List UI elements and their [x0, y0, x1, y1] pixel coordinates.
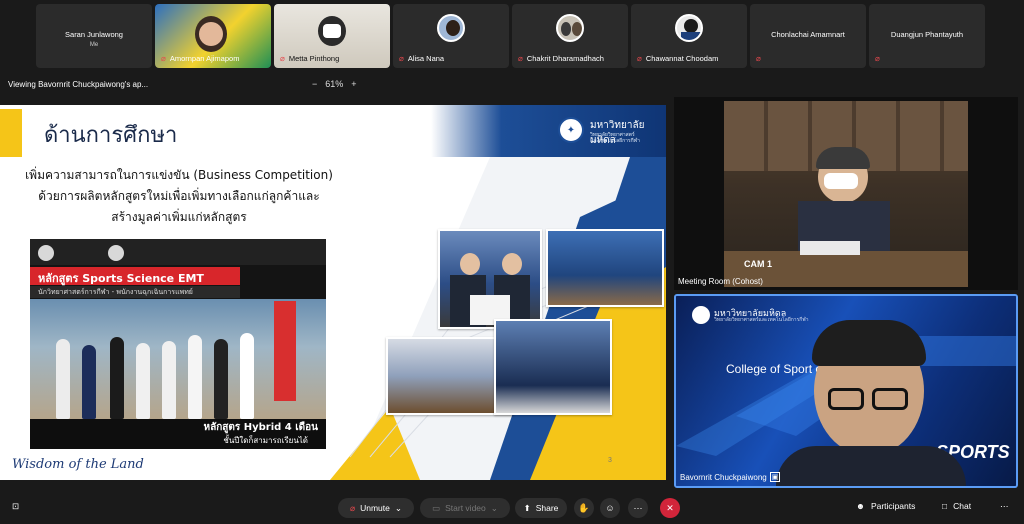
video-off-icon: ▭: [432, 502, 441, 513]
participants-icon: ☻: [856, 501, 865, 511]
slide-footer-script: Wisdom of the Land: [12, 457, 144, 472]
raise-hand-icon[interactable]: ✋: [574, 498, 594, 518]
active-speaker-video[interactable]: มหาวิทยาลัยมหิดล วิทยาลัยวิทยาศาสตร์และเ…: [674, 294, 1018, 488]
participant-name: Chonlachai Amamnart: [771, 30, 845, 39]
poster-hybrid-label: หลักสูตร Hybrid 4 เดือน: [203, 422, 318, 433]
face-mask: [323, 24, 341, 38]
slide-accent-bar: [0, 109, 22, 157]
chevron-down-icon: ⌄: [490, 502, 498, 513]
viewing-label: Viewing Bavornrit Chuckpaiwong's ap...: [8, 79, 149, 89]
participants-label: Participants: [870, 501, 916, 511]
poster-hybrid-sub: ชั้นปีใดก็สามารถเรียนได้: [223, 436, 308, 445]
participant-name: Amornpan Ajimapom: [169, 54, 240, 63]
share-button[interactable]: ⬆ Share: [515, 498, 567, 518]
zoom-out-button[interactable]: −: [312, 79, 317, 89]
viewing-bar: Viewing Bavornrit Chuckpaiwong's ap... −…: [0, 72, 1024, 96]
mic-muted-icon: ⌀: [399, 54, 404, 63]
mic-muted-icon: ⌀: [637, 54, 642, 63]
share-label: Share: [535, 503, 559, 513]
participant-tile[interactable]: Chonlachai Amamnart ⌀: [750, 4, 866, 68]
group-photo: [546, 229, 664, 307]
more-options-icon[interactable]: ⋯: [628, 498, 648, 518]
avatar: [556, 14, 584, 42]
university-seal-icon: [692, 306, 710, 324]
mic-muted-icon: ⌀: [756, 54, 761, 63]
slide-body: เพิ่มความสามารถในการแข่งขัน (Business Co…: [24, 165, 334, 228]
participant-tile[interactable]: ⌀ Chawannat Choodam: [631, 4, 747, 68]
participant-tile[interactable]: Saran Junlawong Me: [36, 4, 152, 68]
room-scene: CAM 1: [724, 101, 968, 287]
poster-title: หลักสูตร Sports Science EMT: [38, 272, 204, 285]
poster-logo-icon: [108, 245, 124, 261]
mic-muted-icon: ⌀: [349, 502, 356, 513]
share-icon: ⬆: [523, 502, 531, 513]
zoom-in-button[interactable]: +: [351, 79, 356, 89]
poster-tower: [274, 301, 296, 401]
university-seal-icon: ✦: [558, 117, 584, 143]
shared-screen: ด้านการศึกษา ✦ มหาวิทยาลัยมหิดล วิทยาลัย…: [0, 105, 666, 480]
participant-name: Chakrit Dharamadhach: [526, 54, 604, 63]
meeting-toolbar: ⊡ ⌀ Unmute ⌄ ▭ Start video ⌄ ⬆ Share ✋ ☺…: [0, 492, 1024, 524]
participant-strip: Saran Junlawong Me ⌀ Amornpan Ajimapom ⌀ M…: [0, 2, 1024, 68]
meeting-window: Saran Junlawong Me ⌀ Amornpan Ajimapom ⌀ M…: [0, 0, 1024, 524]
zoom-level: 61%: [325, 79, 344, 89]
university-subname: วิทยาลัยวิทยาศาสตร์ และเทคโนโลยีการกีฬา: [590, 132, 640, 144]
video-name-label: Bavornrit Chuckpaiwong: [680, 472, 767, 482]
cohost-video[interactable]: CAM 1 Meeting Room (Cohost): [674, 97, 1018, 290]
chat-icon: □: [942, 501, 948, 511]
video-name-label: Meeting Room (Cohost): [678, 277, 763, 286]
start-video-label: Start video: [445, 503, 486, 513]
participant-name: Metta Pinthong: [288, 54, 340, 63]
participant-tile[interactable]: ⌀ Amornpan Ajimapom: [155, 4, 271, 68]
avatar: [437, 14, 465, 42]
course-poster: หลักสูตร Sports Science EMT นักวิทยาศาสต…: [30, 239, 326, 449]
leave-meeting-icon[interactable]: ✕: [660, 498, 680, 518]
participant-name: Duangjun Phantayuth: [890, 30, 964, 39]
more-icon[interactable]: ⋯: [1000, 501, 1009, 512]
mic-muted-icon: ⌀: [518, 54, 523, 63]
participants-button[interactable]: ☻ Participants: [856, 501, 915, 511]
poster-logo-icon: [38, 245, 54, 261]
slide-page-number: 3: [608, 457, 612, 464]
chat-label: Chat: [953, 501, 972, 511]
slide-body-line: ด้วยการผลิตหลักสูตรใหม่เพื่อเพิ่มทางเลือ…: [38, 189, 320, 203]
chevron-down-icon: ⌄: [394, 502, 402, 513]
mic-muted-icon: ⌀: [875, 54, 880, 63]
mic-muted-icon: ⌀: [280, 54, 285, 63]
mou-photo: [438, 229, 542, 329]
reactions-icon[interactable]: ☺: [600, 498, 620, 518]
avatar: [675, 14, 703, 42]
speaker-bg-subtitle: วิทยาลัยวิทยาศาสตร์และเทคโนโลยีการกีฬา: [714, 317, 809, 323]
unmute-label: Unmute: [360, 503, 390, 513]
participant-name: Chawannat Choodam: [645, 54, 719, 63]
start-video-button[interactable]: ▭ Start video ⌄: [420, 498, 510, 518]
participant-subtitle: Me: [89, 42, 99, 48]
zoom-controls: − 61% +: [312, 79, 357, 89]
participant-name: Saran Junlawong: [65, 30, 123, 39]
chat-button[interactable]: □ Chat: [942, 501, 971, 511]
unmute-button[interactable]: ⌀ Unmute ⌄: [338, 498, 414, 518]
participant-tile[interactable]: ⌀ Metta Pinthong: [274, 4, 390, 68]
captions-icon[interactable]: ⊡: [12, 501, 19, 512]
slide-body-line: สร้างมูลค่าเพิ่มแก่หลักสูตร: [111, 210, 247, 224]
caption-icon: ▣: [769, 472, 781, 482]
participant-name: Alisa Nana: [407, 54, 445, 63]
slide-body-line: เพิ่มความสามารถในการแข่งขัน (Business Co…: [25, 168, 333, 182]
participant-tile[interactable]: ⌀ Chakrit Dharamadhach: [512, 4, 628, 68]
slide-title: ด้านการศึกษา: [44, 123, 178, 148]
poster-subtitle: นักวิทยาศาสตร์การกีฬา - พนักงานฉุกเฉินกา…: [38, 288, 193, 296]
mic-muted-icon: ⌀: [161, 54, 166, 63]
cam-label: CAM 1: [744, 259, 773, 269]
participant-tile[interactable]: ⌀ Alisa Nana: [393, 4, 509, 68]
participant-tile[interactable]: Duangjun Phantayuth ⌀: [869, 4, 985, 68]
participant-face: [199, 22, 223, 46]
group-photo-2: [494, 319, 612, 415]
